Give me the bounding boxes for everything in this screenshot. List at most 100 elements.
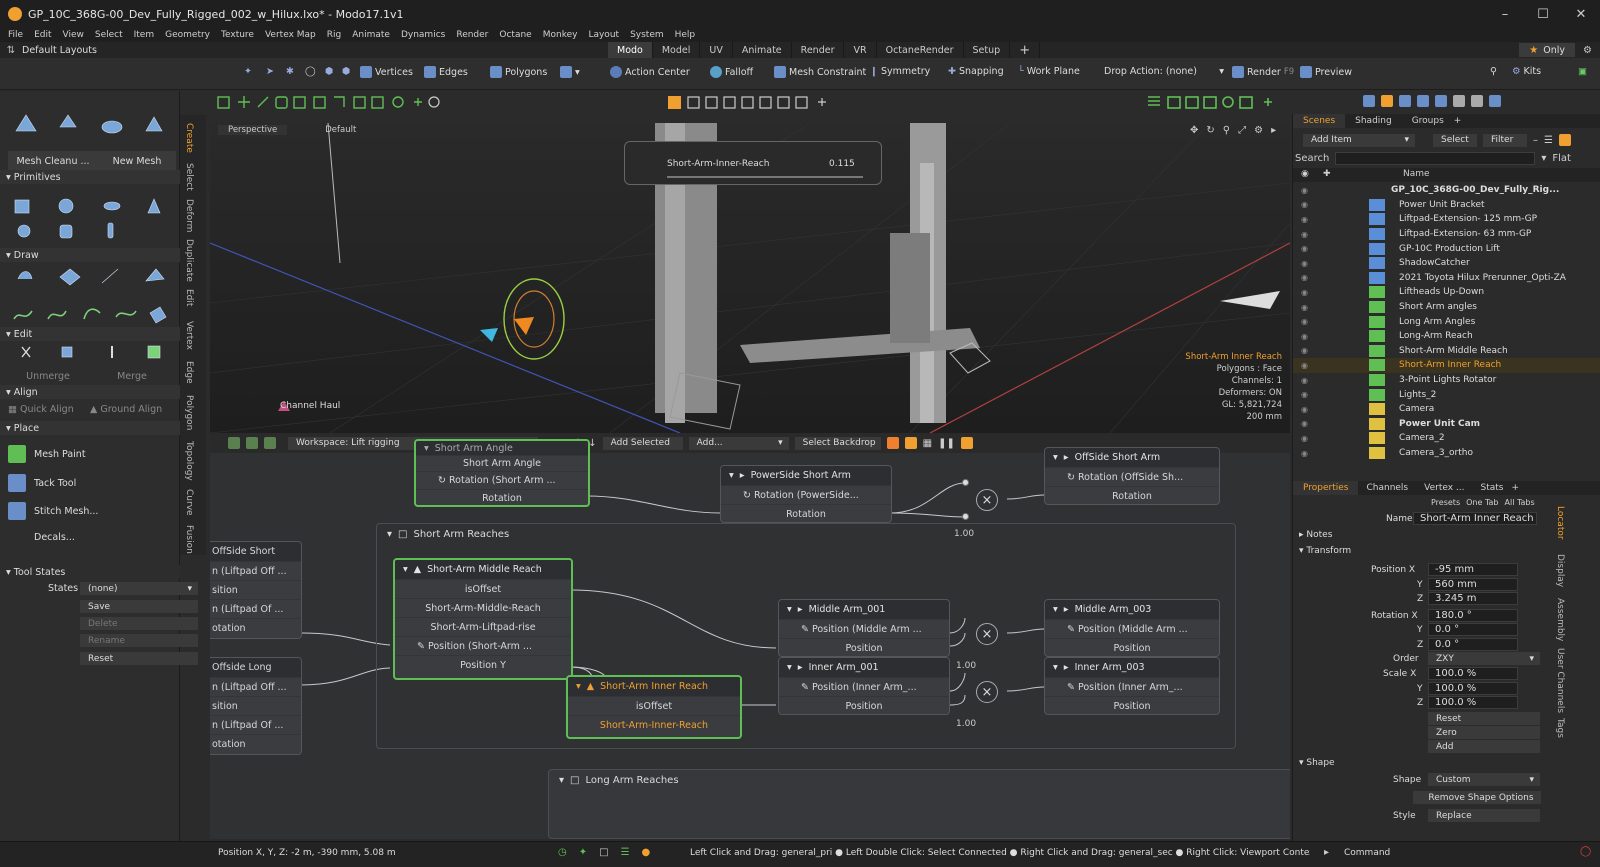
visibility-eye-icon[interactable]: ◉ (1301, 346, 1308, 355)
flat-toggle[interactable]: Flat (1552, 153, 1571, 164)
vtab-select[interactable]: Select (184, 163, 194, 191)
mesh-constraint-button[interactable]: Mesh Constraint (774, 66, 866, 78)
visibility-eye-icon[interactable]: ◉ (1301, 288, 1308, 297)
menu-edit[interactable]: Edit (34, 30, 51, 40)
tab-octanerender[interactable]: OctaneRender (877, 42, 964, 58)
unmerge-button[interactable]: Unmerge (8, 366, 88, 386)
remove-shape-options-button[interactable]: Remove Shape Options (1413, 791, 1541, 804)
shape-dropdown[interactable]: Custom ▾ (1428, 773, 1540, 786)
add-tab-icon[interactable]: + (1511, 483, 1519, 493)
filter-funnel-icon[interactable] (1558, 134, 1571, 146)
tab-vr[interactable]: VR (844, 42, 877, 58)
node-channel-row[interactable]: isOffset (568, 696, 740, 715)
panel-toggle-icon[interactable]: ▣ (1578, 66, 1587, 77)
scene-tree-item[interactable]: ◉ Power Unit Cam (1293, 417, 1600, 432)
tab-vertex[interactable]: Vertex ... (1416, 483, 1472, 493)
3d-viewport[interactable]: Perspective Default Short-Arm-Inner-Reac… (210, 123, 1290, 433)
view-type-dropdown[interactable]: Perspective (218, 125, 288, 135)
node-channel-row[interactable]: OffSide Short (210, 542, 301, 561)
node-channel-row[interactable]: Position (1045, 696, 1219, 714)
tool-states-section[interactable]: ▾ Tool States (0, 565, 180, 579)
name-field[interactable]: Short-Arm Inner Reach (1413, 512, 1537, 525)
scene-tool-icon[interactable] (1471, 95, 1483, 107)
select-arrow-icon[interactable]: ➤ (266, 66, 274, 77)
visibility-eye-icon[interactable]: ◉ (1301, 376, 1308, 385)
clock-icon[interactable]: ◷ (558, 847, 567, 858)
visibility-eye-icon[interactable]: ◉ (1301, 361, 1308, 370)
close-button[interactable]: ✕ (1562, 0, 1600, 28)
node-channel-row[interactable]: otation (210, 618, 301, 637)
vtab-duplicate[interactable]: Duplicate (184, 239, 194, 282)
long-arm-reaches-group[interactable]: ▾ □ Long Arm Reaches (548, 769, 1290, 839)
visibility-eye-icon[interactable]: ◉ (1301, 317, 1308, 326)
position-z-field[interactable]: 3.245 m (1428, 592, 1518, 605)
node-channel-row[interactable]: ↻ Rotation (OffSide Sh... (1045, 467, 1219, 486)
visibility-eye-icon[interactable]: ◉ (1301, 434, 1308, 443)
tab-animate[interactable]: Animate (733, 42, 792, 58)
order-dropdown[interactable]: ZXY ▾ (1428, 652, 1540, 665)
stitch-mesh-button[interactable]: Stitch Mesh... (8, 502, 98, 520)
maximize-button[interactable]: ☐ (1524, 0, 1562, 28)
scene-tree-item[interactable]: ◉ Liftheads Up-Down (1293, 285, 1600, 300)
polygons-mode-button[interactable]: Polygons (490, 66, 547, 78)
tab-render[interactable]: Render (792, 42, 845, 58)
lasso-icon[interactable]: ◯ (305, 66, 316, 77)
node-channel-row[interactable]: n (Liftpad Of ... (210, 715, 301, 734)
scene-tree-item[interactable]: ◉ Long Arm Angles (1293, 314, 1600, 329)
vtab-topology[interactable]: Topology (184, 441, 194, 481)
middle-arm-001-node[interactable]: ▾ ▸ Middle Arm_001 ✎ Position (Middle Arm … (778, 599, 950, 657)
filter-button[interactable]: Filter (1483, 133, 1527, 147)
node-channel-row[interactable]: Short-Arm-Liftpad-rise (395, 617, 571, 636)
vtab-edit[interactable]: Edit (184, 289, 194, 306)
scene-tree-item[interactable]: ◉ Long-Arm Reach (1293, 329, 1600, 344)
offside-short-partial-node[interactable]: OffSide Short n (Liftpad Off ... sition … (210, 541, 302, 639)
scene-tree-item[interactable]: ◉ Short Arm angles (1293, 300, 1600, 315)
node-channel-row[interactable]: sition (210, 580, 301, 599)
menu-dynamics[interactable]: Dynamics (401, 30, 445, 40)
node-channel-row[interactable]: n (Liftpad Off ... (210, 677, 301, 696)
menu-texture[interactable]: Texture (221, 30, 254, 40)
ground-align-button[interactable]: ▲ Ground Align (90, 404, 162, 415)
scene-tree-item[interactable]: ◉ 3-Point Lights Rotator (1293, 373, 1600, 388)
scene-tree-item[interactable]: ◉ Liftpad-Extension- 125 mm-GP (1293, 212, 1600, 227)
scene-tree-item[interactable]: ◉ Power Unit Bracket (1293, 198, 1600, 213)
select-button[interactable]: Select (1433, 133, 1477, 147)
visibility-eye-icon[interactable]: ◉ (1301, 303, 1308, 312)
node-channel-row[interactable]: ↻ Rotation (Short Arm ... (416, 471, 588, 489)
pick-tool-icon[interactable]: ✦ (244, 66, 252, 77)
scene-tool-icon[interactable] (1381, 95, 1393, 107)
visibility-eye-icon[interactable]: ◉ (1301, 259, 1308, 268)
scene-tree-item[interactable]: ◉ Liftpad-Extension- 63 mm-GP (1293, 227, 1600, 242)
layouts-icon[interactable]: ⇅ (0, 45, 22, 56)
mesh-paint-button[interactable]: Mesh Paint (8, 445, 86, 463)
stop-icon[interactable]: ◯ (1580, 846, 1591, 857)
node-channel-row[interactable]: Short-Arm-Inner-Reach (568, 715, 740, 734)
bars-icon[interactable]: ☰ (621, 847, 630, 858)
vtab-create[interactable]: Create (184, 123, 194, 153)
visibility-eye-icon[interactable]: ◉ (1301, 244, 1308, 253)
only-toggle[interactable]: ★ Only (1519, 43, 1576, 57)
inner-arm-001-node[interactable]: ▾ ▸ Inner Arm_001 ✎ Position (Inner Arm_..… (778, 657, 950, 715)
node-channel-row[interactable]: Short Arm Angle (416, 455, 588, 471)
person-icon[interactable]: ● (642, 847, 651, 858)
offside-long-partial-node[interactable]: Offside Long n (Liftpad Off ... sition n… (210, 657, 302, 755)
zero-transform-dropdown[interactable]: Zero (1428, 726, 1540, 739)
select-paint-icon[interactable]: ✱ (286, 66, 294, 77)
visibility-eye-icon[interactable]: ◉ (1301, 419, 1308, 428)
scene-tree-item[interactable]: ◉ Short-Arm Middle Reach (1293, 344, 1600, 359)
viewport-tool-icons[interactable] (210, 91, 1290, 115)
vtab-locator[interactable]: Locator (1555, 506, 1565, 540)
zoom-view-icon[interactable]: ⚲ (1223, 125, 1230, 136)
menu-rig[interactable]: Rig (327, 30, 341, 40)
node-channel-row[interactable]: ✎ Position (Inner Arm_... (779, 677, 949, 696)
visibility-eye-icon[interactable]: ◉ (1301, 332, 1308, 341)
minus-icon[interactable]: – (1533, 135, 1538, 146)
one-tab-dropdown[interactable]: One Tab (1466, 498, 1498, 507)
menu-geometry[interactable]: Geometry (165, 30, 210, 40)
mesh-cleanup-button[interactable]: Mesh Cleanu ... (8, 151, 98, 171)
rename-state-button[interactable]: Rename (80, 634, 198, 647)
node-channel-row[interactable]: ✎ Position (Short-Arm ... (395, 636, 571, 655)
node-channel-row[interactable]: ✎ Position (Middle Arm ... (779, 619, 949, 638)
scene-tool-icon[interactable] (1453, 95, 1465, 107)
merge-button[interactable]: Merge (88, 366, 176, 386)
